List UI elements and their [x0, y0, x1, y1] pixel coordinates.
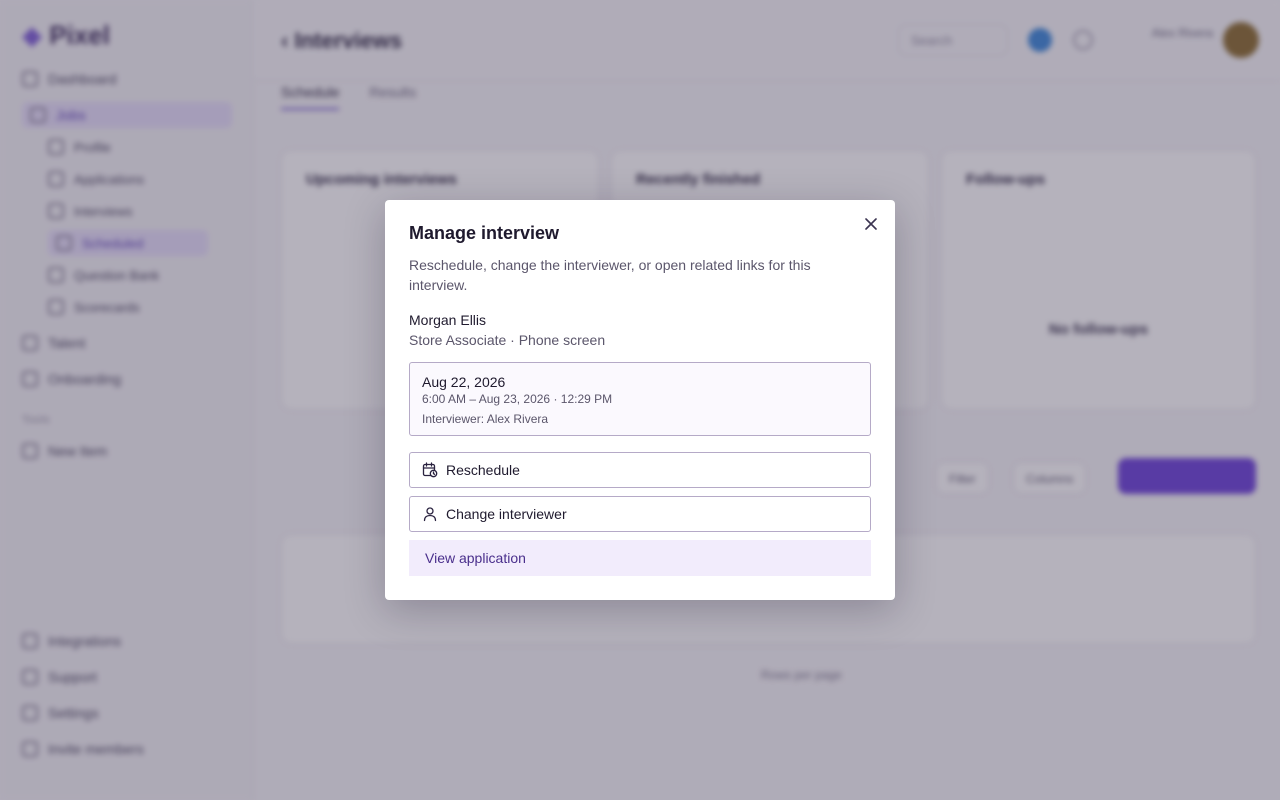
candidate-role: Store Associate · Phone screen: [409, 332, 606, 348]
dialog-title: Manage interview: [409, 223, 560, 243]
schedule-interviewer: Interviewer: Alex Rivera: [422, 412, 549, 426]
schedule-time-range: 6:00 AM – Aug 23, 2026 · 12:29 PM: [422, 392, 613, 406]
reschedule-label: Reschedule: [446, 462, 520, 478]
calendar-clock-icon: [422, 462, 438, 478]
change-interviewer-label: Change interviewer: [446, 506, 567, 522]
schedule-date: Aug 22, 2026: [422, 374, 506, 390]
close-button[interactable]: [861, 214, 881, 234]
manage-interview-dialog: Manage interview Reschedule, change the …: [385, 200, 895, 600]
schedule-summary: Aug 22, 2026 6:00 AM – Aug 23, 2026 · 12…: [409, 362, 871, 436]
dialog-description: Reschedule, change the interviewer, or o…: [409, 257, 811, 293]
reschedule-button[interactable]: Reschedule: [409, 452, 871, 488]
user-icon: [423, 507, 437, 522]
close-icon: [865, 218, 877, 230]
view-application-link[interactable]: View application: [409, 540, 871, 576]
candidate-name: Morgan Ellis: [409, 312, 487, 328]
change-interviewer-button[interactable]: Change interviewer: [409, 496, 871, 532]
